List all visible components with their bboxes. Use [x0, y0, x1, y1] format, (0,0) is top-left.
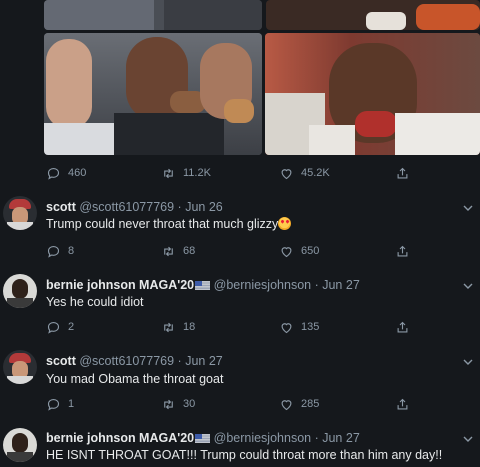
reply-button[interactable]: 2 — [46, 320, 74, 335]
heart-icon — [281, 322, 292, 333]
display-name[interactable]: scott — [46, 200, 76, 214]
timestamp[interactable]: Jun 27 — [322, 431, 360, 445]
like-button[interactable]: 135 — [279, 320, 319, 335]
tweet-header: bernie johnson MAGA'20 @berniesjohnson ·… — [46, 278, 360, 292]
share-button[interactable] — [395, 397, 410, 412]
retweet-count: 30 — [183, 398, 196, 410]
reply-tweet[interactable]: bernie johnson MAGA'20 @berniesjohnson ·… — [0, 274, 480, 338]
tweet-text: You mad Obama the throat goat — [46, 372, 224, 386]
reply-button[interactable]: 460 — [46, 166, 86, 181]
share-icon — [397, 167, 408, 178]
tweet-actions: 2 18 135 — [0, 319, 480, 335]
like-button[interactable]: 285 — [279, 397, 319, 412]
like-count: 285 — [301, 398, 320, 410]
tweet-header: scott @scott61077769 · Jun 26 — [46, 200, 223, 214]
chevron-down-icon[interactable] — [462, 202, 474, 214]
like-count: 135 — [301, 321, 320, 333]
reply-icon — [47, 321, 60, 334]
retweet-icon — [164, 246, 173, 256]
share-button[interactable] — [395, 244, 410, 259]
reply-count: 1 — [68, 398, 75, 410]
retweet-count: 18 — [183, 321, 196, 333]
avatar[interactable] — [3, 274, 37, 308]
retweet-button[interactable]: 18 — [161, 320, 195, 335]
handle[interactable]: @scott61077769 — [79, 354, 174, 368]
reply-tweet[interactable]: bernie johnson MAGA'20 @berniesjohnson ·… — [0, 428, 480, 467]
chevron-down-icon[interactable] — [462, 356, 474, 368]
main-tweet-actions: 460 11.2K 45.2K — [0, 165, 480, 181]
retweet-icon — [164, 168, 173, 178]
tweet-actions: 1 30 285 — [0, 396, 480, 412]
reply-icon — [47, 245, 60, 258]
handle[interactable]: @berniesjohnson — [214, 278, 311, 292]
like-count: 650 — [301, 245, 320, 257]
share-icon — [397, 398, 408, 409]
tweet-photo-collage[interactable] — [0, 0, 480, 160]
reply-button[interactable]: 8 — [46, 244, 74, 259]
tweet-actions: 8 68 650 — [0, 243, 480, 259]
tweet-header: bernie johnson MAGA'20 @berniesjohnson ·… — [46, 431, 360, 445]
reply-tweet[interactable]: scott @scott61077769 · Jun 26 Trump coul… — [0, 196, 480, 260]
display-name[interactable]: scott — [46, 354, 76, 368]
reply-count: 2 — [68, 321, 75, 333]
share-icon — [397, 245, 408, 256]
retweet-button[interactable]: 30 — [161, 397, 195, 412]
reply-icon — [47, 398, 60, 411]
retweet-icon — [164, 399, 173, 409]
tweet-text: Yes he could idiot — [46, 295, 144, 309]
photo-right[interactable] — [265, 33, 480, 155]
like-count: 45.2K — [301, 167, 330, 179]
photo-top-right[interactable] — [266, 0, 480, 30]
photo-top-left[interactable] — [44, 0, 262, 30]
retweet-count: 68 — [183, 245, 196, 257]
retweet-count: 11.2K — [183, 167, 211, 179]
chevron-down-icon[interactable] — [462, 433, 474, 445]
retweet-button[interactable]: 68 — [161, 244, 195, 259]
tweet-text: Trump could never throat that much glizz… — [46, 217, 292, 231]
reply-button[interactable]: 1 — [46, 397, 74, 412]
tweet-header: scott @scott61077769 · Jun 27 — [46, 354, 223, 368]
reply-count: 460 — [68, 167, 87, 179]
reply-count: 8 — [68, 245, 75, 257]
retweet-icon — [164, 322, 173, 332]
us-flag-icon — [195, 281, 211, 290]
heart-icon — [281, 168, 292, 179]
avatar[interactable] — [3, 350, 37, 384]
share-icon — [397, 321, 408, 332]
avatar[interactable] — [3, 196, 37, 230]
photo-left[interactable] — [44, 33, 262, 155]
handle[interactable]: @berniesjohnson — [214, 431, 311, 445]
heart-icon — [281, 399, 292, 410]
share-button[interactable] — [395, 166, 410, 181]
display-name[interactable]: bernie johnson MAGA'20 — [46, 278, 194, 292]
heart-eyes-emoji-icon — [278, 217, 292, 230]
us-flag-icon — [195, 434, 211, 443]
retweet-button[interactable]: 11.2K — [161, 166, 211, 181]
reply-tweet[interactable]: scott @scott61077769 · Jun 27 You mad Ob… — [0, 350, 480, 414]
display-name[interactable]: bernie johnson MAGA'20 — [46, 431, 194, 445]
reply-icon — [47, 167, 60, 180]
timestamp[interactable]: Jun 27 — [322, 278, 360, 292]
timestamp[interactable]: Jun 26 — [185, 200, 223, 214]
handle[interactable]: @scott61077769 — [79, 200, 174, 214]
like-button[interactable]: 45.2K — [279, 166, 330, 181]
timestamp[interactable]: Jun 27 — [185, 354, 223, 368]
heart-icon — [281, 246, 292, 257]
tweet-text: HE ISNT THROAT GOAT!!! Trump could throa… — [46, 448, 443, 462]
chevron-down-icon[interactable] — [462, 280, 474, 292]
like-button[interactable]: 650 — [279, 244, 319, 259]
avatar[interactable] — [3, 428, 37, 462]
share-button[interactable] — [395, 320, 410, 335]
